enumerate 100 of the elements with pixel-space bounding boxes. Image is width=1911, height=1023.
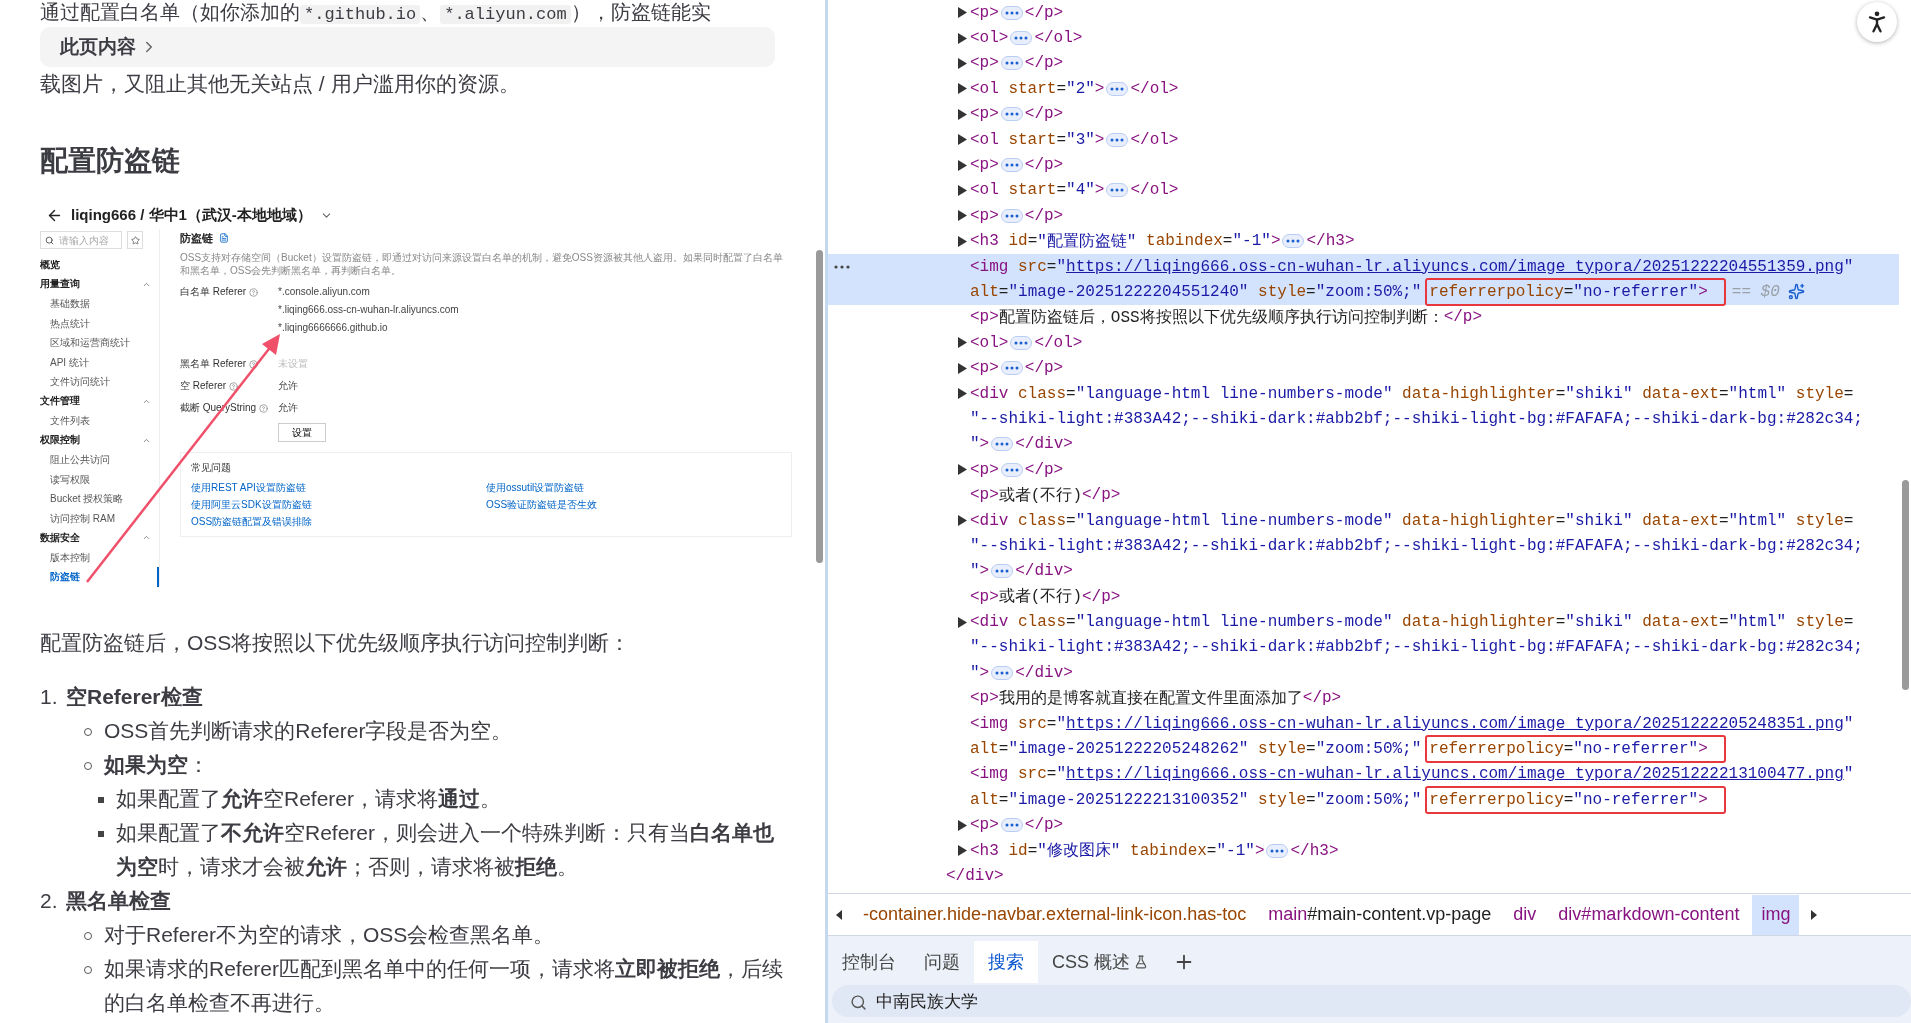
ellipsis-icon[interactable] — [1000, 107, 1023, 122]
element-row[interactable]: <div class="language-html line-numbers-mode" data-highlighter="shiki" data-ext="html" style= "--shiki-light:#383A42;--shiki-dark:#abb2bf;--shiki-light-bg:#FAFAFA;--shiki-dark-bg:#282c34; "> </div> — [828, 380, 1899, 458]
expand-arrow-icon[interactable] — [958, 337, 967, 349]
drawer-tab[interactable]: 控制台 — [828, 941, 910, 983]
faq-link[interactable]: OSS防盗链配置及错误排除 — [191, 516, 313, 527]
ellipsis-icon[interactable] — [1000, 208, 1023, 223]
element-row[interactable]: <ol start="3"> </ol> — [828, 126, 1899, 153]
nav-item[interactable]: 防盗链 — [40, 567, 159, 587]
element-row[interactable]: <p> </p> — [828, 101, 1899, 127]
ellipsis-icon[interactable] — [1000, 5, 1023, 20]
url-link[interactable]: https://liqing666.oss-cn-wuhan-lr.aliyuncs.com/image_typora/20251222205248351.png — [1066, 714, 1844, 733]
search-field[interactable]: 中南民族大学 — [832, 985, 1911, 1017]
url-link[interactable]: https://liqing666.oss-cn-wuhan-lr.aliyuncs.com/image_typora/20251222204551359.png — [1066, 257, 1844, 276]
nav-item[interactable]: 阻止公共访问 — [40, 450, 159, 470]
expand-arrow-icon[interactable] — [958, 57, 967, 69]
element-row[interactable]: <p> </p> — [828, 0, 1899, 26]
element-row[interactable]: <p> </p> — [828, 203, 1899, 229]
star-icon[interactable] — [130, 235, 140, 245]
nav-item[interactable]: 读写权限 — [40, 469, 159, 489]
expand-arrow-icon[interactable] — [958, 7, 967, 19]
star-button[interactable] — [127, 231, 143, 249]
element-row[interactable]: <p> </p> — [828, 812, 1899, 838]
element-row[interactable]: <p>或者(不行)</p> — [828, 584, 1899, 610]
ellipsis-icon[interactable] — [1106, 183, 1129, 198]
nav-item[interactable]: Bucket 授权策略 — [40, 489, 159, 509]
element-row[interactable]: <h3 id="配置防盗链" tabindex="-1"> </h3> — [828, 228, 1899, 254]
expand-arrow-icon[interactable] — [958, 388, 967, 400]
element-row[interactable]: <div class="language-html line-numbers-mode" data-highlighter="shiki" data-ext="html" style= "--shiki-light:#383A42;--shiki-dark:#abb2bf;--shiki-light-bg:#FAFAFA;--shiki-dark-bg:#282c34; "> </div> — [828, 507, 1899, 584]
ellipsis-icon[interactable] — [991, 665, 1014, 680]
expand-arrow-icon[interactable] — [958, 235, 967, 247]
url-link[interactable]: https://liqing666.oss-cn-wuhan-lr.aliyuncs.com/image_typora/20251222213100477.png — [1066, 765, 1844, 784]
breadcrumb-item[interactable]: -container.hide-navbar.external-link-icon.has-toc — [854, 894, 1256, 935]
drawer-tab[interactable]: CSS 概述 — [1038, 941, 1162, 983]
ellipsis-icon[interactable] — [1000, 361, 1023, 376]
breadcrumb-item[interactable]: div — [1504, 894, 1546, 935]
element-row[interactable]: <p>配置防盗链后，OSS将按照以下优先级顺序执行访问控制判断：</p> — [828, 304, 1899, 331]
ellipsis-icon[interactable] — [1010, 335, 1033, 350]
scrollbar-thumb[interactable] — [1901, 480, 1909, 690]
faq-link[interactable]: OSS验证防盗链是否生效 — [486, 499, 598, 510]
expand-arrow-icon[interactable] — [958, 159, 967, 171]
element-row[interactable]: <ol> </ol> — [828, 330, 1899, 356]
triangle-right-icon[interactable] — [1811, 909, 1818, 920]
expand-arrow-icon[interactable] — [958, 134, 967, 146]
nav-item[interactable]: 文件访问统计 — [40, 372, 159, 392]
ellipsis-icon[interactable] — [1010, 31, 1033, 46]
toc-toggle[interactable]: 此页内容 — [40, 27, 775, 67]
ellipsis-icon[interactable] — [1000, 462, 1023, 477]
element-row[interactable]: <p>我用的是博客就直接在配置文件里面添加了</p> — [828, 685, 1899, 711]
element-row[interactable]: <p> </p> — [828, 50, 1899, 77]
expand-arrow-icon[interactable] — [958, 464, 967, 476]
ellipsis-icon[interactable] — [1282, 234, 1305, 249]
search-field[interactable]: 请输入内容 — [40, 231, 122, 249]
expand-arrow-icon[interactable] — [958, 845, 967, 857]
element-row[interactable]: <p> </p> — [828, 457, 1899, 483]
nav-group-label[interactable]: 权限控制 — [40, 433, 80, 448]
nav-group-label[interactable]: 数据安全 — [40, 530, 80, 545]
sparkle-icon[interactable] — [1787, 283, 1805, 301]
nav-group-label[interactable]: 文件管理 — [40, 394, 80, 409]
faq-link[interactable]: 使用阿里云SDK设置防盗链 — [191, 499, 312, 510]
nav-item[interactable]: 版本控制 — [40, 547, 159, 567]
breadcrumb-item[interactable]: main#main-content.vp-page — [1259, 894, 1501, 935]
element-row[interactable]: <ol> </ol> — [828, 25, 1899, 51]
ellipsis-icon[interactable] — [1000, 56, 1023, 71]
drawer-tab[interactable]: 问题 — [910, 941, 974, 983]
element-row[interactable]: <img src="https://liqing666.oss-cn-wuhan-lr.aliyuncs.com/image_typora/20251222204551359.png" alt="image-20251222204551240" style="zoom:50%;" referrerpolicy="no-referrer"> == $0 — [828, 253, 1899, 305]
element-row[interactable]: <ol start="4"> </ol> — [828, 177, 1899, 204]
faq-link[interactable]: 使用REST API设置防盗链 — [191, 482, 306, 493]
element-row[interactable]: <p> </p> — [828, 355, 1899, 381]
nav-group-label[interactable]: 用量查询 — [40, 277, 80, 292]
nav-link[interactable]: 概览 — [40, 257, 60, 272]
expand-arrow-icon[interactable] — [958, 210, 967, 222]
ellipsis-icon[interactable] — [1266, 843, 1289, 858]
nav-item[interactable]: 区域和运营商统计 — [40, 333, 159, 353]
element-row[interactable]: <ol start="2"> </ol> — [828, 76, 1899, 102]
element-row[interactable]: <p>或者(不行)</p> — [828, 482, 1899, 508]
element-row[interactable]: <div class="language-html line-numbers-mode" data-highlighter="shiki" data-ext="html" style= "--shiki-light:#383A42;--shiki-dark:#abb2bf;--shiki-light-bg:#FAFAFA;--shiki-dark-bg:#282c34; "> </div> — [828, 609, 1899, 686]
element-row[interactable]: <img src="https://liqing666.oss-cn-wuhan-lr.aliyuncs.com/image_typora/20251222213100477.png" alt="image-20251222213100352" style="zoom:50%;" referrerpolicy="no-referrer"> — [828, 761, 1899, 813]
expand-arrow-icon[interactable] — [958, 83, 967, 95]
expand-arrow-icon[interactable] — [958, 616, 967, 628]
accessibility-button[interactable] — [1857, 2, 1897, 42]
more-icon[interactable] — [834, 264, 850, 269]
ellipsis-icon[interactable] — [991, 437, 1014, 452]
breadcrumb-item[interactable]: div#markdown-content — [1549, 894, 1749, 935]
ellipsis-icon[interactable] — [1000, 158, 1023, 173]
ellipsis-icon[interactable] — [991, 564, 1014, 579]
breadcrumb-item[interactable]: img — [1752, 894, 1800, 935]
document-icon[interactable] — [219, 233, 229, 243]
expand-arrow-icon[interactable] — [958, 32, 967, 44]
element-row[interactable]: <img src="https://liqing666.oss-cn-wuhan-lr.aliyuncs.com/image_typora/20251222205248351.png" alt="image-20251222205248262" style="zoom:50%;" referrerpolicy="no-referrer"> — [828, 710, 1899, 762]
expand-arrow-icon[interactable] — [958, 515, 967, 526]
faq-link[interactable]: 使用ossutil设置防盗链 — [486, 482, 585, 493]
settings-button[interactable]: 设置 — [278, 423, 326, 442]
scrollbar-thumb[interactable] — [815, 250, 823, 563]
expand-arrow-icon[interactable] — [958, 108, 967, 120]
element-row[interactable]: <p> </p> — [828, 152, 1899, 178]
expand-arrow-icon[interactable] — [958, 819, 967, 831]
nav-item[interactable]: 文件列表 — [40, 411, 159, 431]
ellipsis-icon[interactable] — [1106, 81, 1129, 96]
nav-item[interactable]: 基础数据 — [40, 294, 159, 314]
drawer-tab[interactable]: 搜索 — [974, 941, 1038, 983]
